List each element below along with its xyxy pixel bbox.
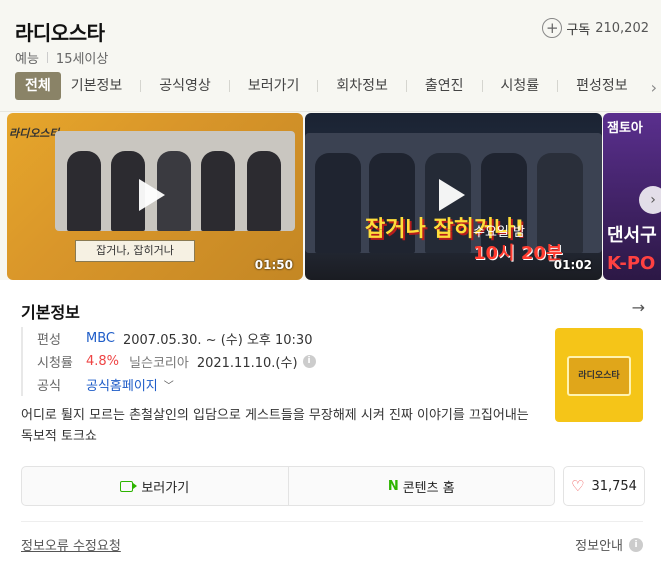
play-icon[interactable] bbox=[439, 179, 465, 211]
ratings-row: 시청률 4.8% 닐슨코리아 2021.11.10.(수) i bbox=[37, 350, 316, 373]
divider bbox=[21, 521, 643, 522]
info-list: 편성 MBC 2007.05.30. ~ (수) 오후 10:30 시청률 4.… bbox=[21, 327, 316, 396]
plus-icon: + bbox=[542, 18, 563, 38]
video-duration: 01:02 bbox=[553, 258, 592, 272]
tab-ratings[interactable]: 시청률 bbox=[491, 72, 550, 100]
divider bbox=[317, 80, 319, 92]
tab-episodes[interactable]: 회차정보 bbox=[326, 72, 398, 100]
video-overlay-time: 10시 20분 bbox=[473, 243, 563, 264]
section-title: 기본정보 bbox=[21, 303, 80, 322]
subscribe-count: 210,202 bbox=[595, 20, 649, 36]
program-poster[interactable]: 라디오스타 bbox=[555, 328, 643, 422]
play-icon[interactable] bbox=[139, 179, 165, 211]
video-overlay-top: 잼토아 bbox=[607, 121, 643, 136]
chevron-right-icon[interactable]: › bbox=[639, 186, 661, 214]
basic-info-card: 기본정보 → 편성 MBC 2007.05.30. ~ (수) 오후 10:30… bbox=[8, 282, 653, 567]
chevron-right-icon[interactable]: › bbox=[651, 78, 657, 97]
video-carousel: 라디오스타 잡거나, 잡히거나 01:50 잡거나 잡히거나! 수요일 밤 10… bbox=[0, 112, 661, 280]
ratings-value: 4.8% bbox=[86, 354, 120, 369]
divider bbox=[228, 80, 230, 92]
like-count: 31,754 bbox=[591, 478, 637, 494]
official-link[interactable]: 공식홈페이지 ﹀ bbox=[86, 375, 174, 394]
tab-official-video[interactable]: 공식영상 bbox=[149, 72, 221, 100]
schedule-value: 2007.05.30. ~ (수) 오후 10:30 bbox=[122, 333, 313, 348]
schedule-label: 편성 bbox=[37, 333, 61, 348]
ratings-label: 시청률 bbox=[37, 356, 73, 371]
poster-logo: 라디오스타 bbox=[567, 356, 631, 396]
subscribe-button[interactable]: + 구독 210,202 bbox=[542, 18, 649, 38]
watch-button[interactable]: 보러가기 bbox=[22, 467, 288, 505]
video-overlay-subtitle: K-PO bbox=[607, 253, 656, 274]
divider bbox=[557, 80, 559, 92]
like-button[interactable]: ♡ 31,754 bbox=[563, 466, 645, 506]
program-header: 라디오스타 + 구독 210,202 예능 15세이상 전체 기본정보 공식영상… bbox=[0, 0, 661, 112]
subscribe-label: 구독 bbox=[566, 22, 591, 38]
official-site-label: 공식홈페이지 bbox=[86, 379, 158, 394]
divider bbox=[140, 80, 142, 92]
info-guide-label: 정보안내 bbox=[575, 539, 623, 554]
age-rating: 15세이상 bbox=[55, 52, 109, 67]
chevron-down-icon: ﹀ bbox=[163, 381, 174, 392]
info-icon: i bbox=[629, 537, 643, 552]
ratings-source: 닐슨코리아 bbox=[129, 356, 189, 371]
report-error-link[interactable]: 정보오류 수정요청 bbox=[21, 535, 121, 554]
naver-n-icon: N bbox=[387, 478, 399, 494]
video-caption: 잡거나, 잡히거나 bbox=[75, 240, 195, 262]
program-title[interactable]: 라디오스타 bbox=[15, 17, 105, 46]
tab-bar: 전체 기본정보 공식영상 보러가기 회차정보 출연진 시청률 편성정보 bbox=[15, 72, 638, 100]
program-description: 어디로 튈지 모르는 촌철살인의 입담으로 게스트들을 무장해제 시켜 진짜 이… bbox=[21, 408, 529, 444]
thumbnail-image bbox=[55, 131, 295, 231]
genre: 예능 bbox=[15, 52, 39, 67]
video-play-icon bbox=[120, 480, 138, 492]
watch-label: 보러가기 bbox=[141, 480, 190, 496]
video-thumbnail[interactable]: 잡거나 잡히거나! 수요일 밤 10시 20분 01:02 bbox=[305, 113, 602, 280]
divider bbox=[405, 80, 407, 92]
divider bbox=[481, 80, 483, 92]
action-row: 보러가기 N 콘텐츠 홈 ♡ 31,754 bbox=[21, 466, 645, 506]
video-overlay-title: 댄서구 bbox=[607, 225, 657, 246]
content-home-label: 콘텐츠 홈 bbox=[402, 480, 455, 496]
video-thumbnail[interactable]: 라디오스타 잡거나, 잡히거나 01:50 bbox=[7, 113, 303, 280]
schedule-row: 편성 MBC 2007.05.30. ~ (수) 오후 10:30 bbox=[37, 327, 316, 350]
official-row: 공식 공식홈페이지 ﹀ bbox=[37, 373, 316, 396]
action-buttons: 보러가기 N 콘텐츠 홈 bbox=[21, 466, 555, 506]
divider bbox=[46, 52, 48, 63]
tab-schedule[interactable]: 편성정보 bbox=[566, 72, 638, 100]
arrow-right-icon[interactable]: → bbox=[632, 298, 645, 317]
tab-cast[interactable]: 출연진 bbox=[415, 72, 474, 100]
video-overlay-day: 수요일 밤 bbox=[473, 225, 525, 240]
official-label: 공식 bbox=[37, 379, 61, 394]
broadcaster-link[interactable]: MBC bbox=[86, 331, 115, 346]
info-icon[interactable]: i bbox=[302, 355, 316, 368]
heart-icon: ♡ bbox=[571, 477, 585, 495]
tab-all[interactable]: 전체 bbox=[15, 72, 61, 100]
tab-basic-info[interactable]: 기본정보 bbox=[61, 72, 133, 100]
info-guide-link[interactable]: 정보안내 i bbox=[575, 535, 643, 554]
program-meta: 예능 15세이상 bbox=[15, 48, 108, 67]
tab-watch[interactable]: 보러가기 bbox=[238, 72, 310, 100]
video-duration: 01:50 bbox=[254, 258, 293, 272]
ratings-date: 2021.11.10.(수) bbox=[196, 356, 298, 371]
content-home-button[interactable]: N 콘텐츠 홈 bbox=[287, 467, 555, 505]
